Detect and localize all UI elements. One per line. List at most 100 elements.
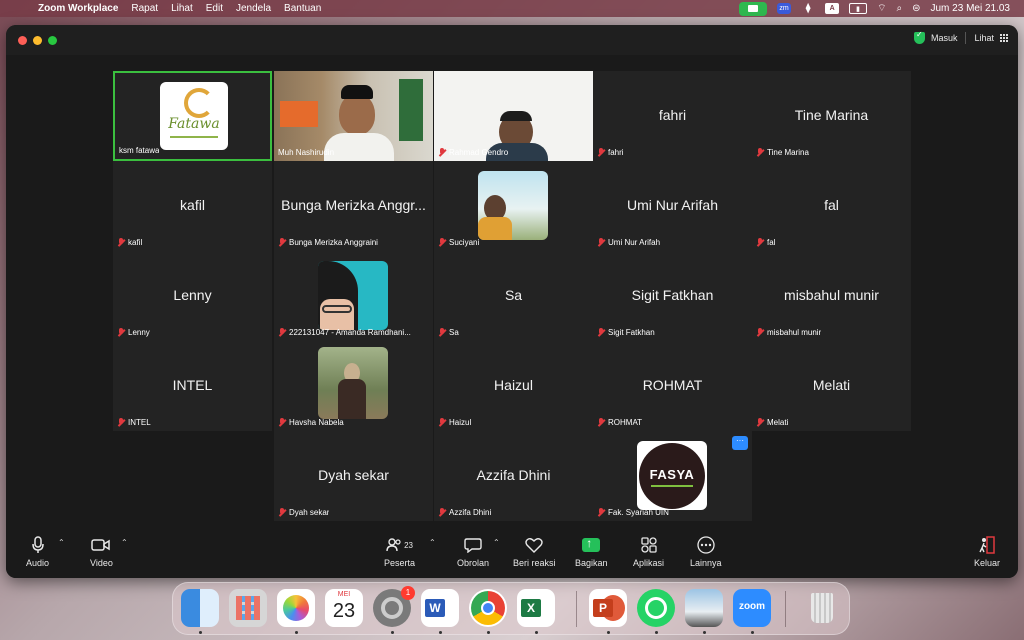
participant-label: Haizul <box>438 418 471 427</box>
wifi-icon[interactable]: ⌔ <box>877 2 886 15</box>
spotlight-search-icon[interactable]: ⌕ <box>897 3 903 14</box>
participant-tile-fahri[interactable]: fahri fahri <box>593 71 752 161</box>
chat-button[interactable]: Obrolan <box>457 535 489 568</box>
running-indicator <box>199 631 202 634</box>
participant-tile-umi-nur-arifah[interactable]: Umi Nur Arifah Umi Nur Arifah <box>593 161 752 251</box>
zoom-status-icon[interactable]: zm <box>777 3 792 14</box>
participant-tile-rohmat[interactable]: ROHMAT ROHMAT <box>593 341 752 431</box>
input-source-icon[interactable]: A <box>825 3 840 14</box>
tile-more-options-button[interactable]: ··· <box>732 436 748 450</box>
muted-mic-icon <box>278 238 286 247</box>
menu-jendela[interactable]: Jendela <box>236 3 271 14</box>
muted-mic-icon <box>278 328 286 337</box>
participant-tile-tine-marina[interactable]: Tine Marina Tine Marina <box>752 71 911 161</box>
calendar-icon[interactable]: MEI 23 <box>325 589 363 627</box>
participant-tile-dyah-sekar[interactable]: Dyah sekar Dyah sekar <box>274 431 433 521</box>
chrome-icon[interactable] <box>469 589 507 627</box>
menu-edit[interactable]: Edit <box>206 3 223 14</box>
video-options-chevron-icon[interactable]: ⌃ <box>121 538 128 547</box>
person-face <box>339 93 375 135</box>
fullscreen-window-button[interactable] <box>48 36 57 45</box>
zoom-app-icon[interactable]: zoom <box>733 589 771 627</box>
audio-options-chevron-icon[interactable]: ⌃ <box>58 538 65 547</box>
reactions-label: Beri reaksi <box>513 558 556 568</box>
share-screen-button[interactable]: Bagikan <box>575 535 608 568</box>
video-gallery: Fatawa ksm fatawa Muh Nashirudin Rahmad … <box>6 55 1018 525</box>
encryption-shield-icon[interactable] <box>913 30 925 44</box>
participant-tile-misbahul-munir[interactable]: misbahul munir misbahul munir <box>752 251 911 341</box>
participant-tile-lenny[interactable]: Lenny Lenny <box>113 251 272 341</box>
participant-tile-muh-nashirudin[interactable]: Muh Nashirudin <box>274 71 433 161</box>
leave-meeting-button[interactable]: Keluar <box>974 535 1000 568</box>
participant-tile-fak-syariah[interactable]: FASYA ··· Fak. Syariah UIN <box>593 431 752 521</box>
participant-tile-fal[interactable]: fal fal <box>752 161 911 251</box>
participant-display-name: fahri <box>658 107 687 123</box>
apps-button[interactable]: Aplikasi <box>633 535 664 568</box>
participant-label: Lenny <box>117 328 150 337</box>
participant-tile-melati[interactable]: Melati Melati <box>752 341 911 431</box>
participant-tile-intel[interactable]: INTEL INTEL <box>113 341 272 431</box>
menu-bantuan[interactable]: Bantuan <box>284 3 321 14</box>
participant-tile-rahmad-gendro[interactable]: Rahmad Gendro <box>434 71 593 161</box>
muted-mic-icon <box>756 418 764 427</box>
participant-label: Dyah sekar <box>278 508 329 517</box>
accessibility-icon[interactable]: ⧫ <box>801 3 815 14</box>
battery-icon[interactable]: ▮ <box>849 3 868 14</box>
menu-rapat[interactable]: Rapat <box>131 3 158 14</box>
participant-label: Havsha Nabela <box>278 418 344 427</box>
participant-display-name: kafil <box>180 197 205 213</box>
wall-decor <box>399 79 423 141</box>
signin-button[interactable]: Masuk <box>931 33 958 43</box>
photos-icon[interactable] <box>277 589 315 627</box>
excel-icon[interactable]: X <box>517 589 555 627</box>
control-center-icon[interactable]: ⊜ <box>912 3 920 14</box>
menubar-clock[interactable]: Jum 23 Mei 21.03 <box>931 3 1011 14</box>
participant-tile-bunga-merizka[interactable]: Bunga Merizka Anggr... Bunga Merizka Ang… <box>274 161 433 251</box>
person-hair <box>500 111 532 121</box>
participant-tile-havsha-nabela[interactable]: Havsha Nabela <box>274 341 433 431</box>
word-icon[interactable]: W <box>421 589 459 627</box>
camera-in-use-icon[interactable] <box>739 1 768 16</box>
minimize-window-button[interactable] <box>33 36 42 45</box>
whatsapp-icon[interactable] <box>637 589 675 627</box>
reactions-button[interactable]: Beri reaksi <box>513 535 556 568</box>
menu-app-name[interactable]: Zoom Workplace <box>38 3 118 14</box>
running-indicator <box>655 631 658 634</box>
muted-mic-icon <box>438 238 446 247</box>
participants-options-chevron-icon[interactable]: ⌃ <box>429 538 436 547</box>
settings-notification-badge: 1 <box>401 586 415 600</box>
participant-tile-ksm-fatawa[interactable]: Fatawa ksm fatawa <box>113 71 272 161</box>
participant-tile-amanda-ramdhani[interactable]: 222131047 - Amanda Ramdhani... <box>274 251 433 341</box>
calendar-day: 23 <box>332 600 356 622</box>
participant-tile-haizul[interactable]: Haizul Haizul <box>434 341 593 431</box>
more-button[interactable]: Lainnya <box>690 535 722 568</box>
participant-tile-azzifa-dhini[interactable]: Azzifa Dhini Azzifa Dhini <box>434 431 593 521</box>
participant-tile-kafil[interactable]: kafil kafil <box>113 161 272 251</box>
chat-options-chevron-icon[interactable]: ⌃ <box>493 538 500 547</box>
window-titlebar: Masuk Lihat <box>6 25 1018 55</box>
macos-dock: MEI 23 1 W X P zoom <box>172 582 850 635</box>
participant-tile-suciyani[interactable]: Suciyani <box>434 161 593 251</box>
audio-button[interactable]: Audio <box>26 535 49 568</box>
participant-tile-sigit-fatkhan[interactable]: Sigit Fatkhan Sigit Fatkhan <box>593 251 752 341</box>
close-window-button[interactable] <box>18 36 27 45</box>
video-label: Video <box>90 558 113 568</box>
menu-lihat[interactable]: Lihat <box>171 3 193 14</box>
gallery-grid-icon[interactable] <box>1000 34 1008 42</box>
trash-icon[interactable] <box>803 589 841 627</box>
launchpad-icon[interactable] <box>229 589 267 627</box>
finder-icon[interactable] <box>181 589 219 627</box>
muted-mic-icon <box>756 328 764 337</box>
microphone-icon <box>31 535 45 555</box>
preview-icon[interactable] <box>685 589 723 627</box>
participant-label: Azzifa Dhini <box>438 508 491 517</box>
view-button[interactable]: Lihat <box>974 33 994 43</box>
participant-display-name: misbahul munir <box>784 287 879 303</box>
participants-button[interactable]: 23 Peserta <box>384 535 415 568</box>
video-button[interactable]: Video <box>90 535 113 568</box>
muted-mic-icon <box>756 148 764 157</box>
participant-tile-sa[interactable]: Sa Sa <box>434 251 593 341</box>
powerpoint-icon[interactable]: P <box>589 589 627 627</box>
running-indicator <box>751 631 754 634</box>
share-screen-icon <box>582 536 601 552</box>
